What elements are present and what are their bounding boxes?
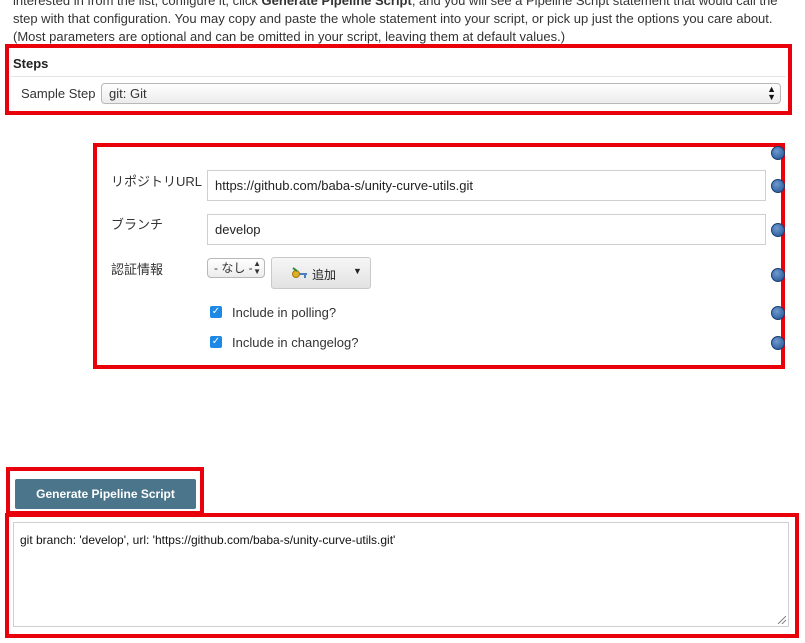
credentials-value: - なし -: [214, 261, 253, 275]
key-icon: [292, 266, 308, 280]
steps-highlight-box: [5, 44, 792, 115]
add-button-label: 追加: [312, 268, 337, 282]
sample-step-select[interactable]: git: Git ▲ ▼: [101, 83, 781, 104]
intro-text: interested in from the list, configure i…: [13, 0, 793, 46]
include-changelog-checkbox[interactable]: ✓: [210, 336, 222, 348]
intro-line-2: step with that configuration. You may co…: [13, 11, 773, 26]
intro-line-1: interested in from the list, configure i…: [13, 0, 778, 8]
help-icon[interactable]: [771, 336, 785, 350]
credentials-label: 認証情報: [111, 262, 164, 277]
select-arrows-icon: ▲ ▼: [253, 259, 261, 276]
resize-handle-icon[interactable]: [778, 616, 786, 624]
sample-step-value: git: Git: [109, 86, 147, 101]
branch-input[interactable]: develop: [207, 214, 766, 245]
include-changelog-label: Include in changelog?: [232, 335, 359, 350]
generate-pipeline-script-button[interactable]: Generate Pipeline Script: [15, 479, 196, 509]
help-icon[interactable]: [771, 306, 785, 320]
repository-url-input[interactable]: https://github.com/baba-s/unity-curve-ut…: [207, 170, 766, 201]
select-arrows-icon: ▲ ▼: [767, 84, 776, 102]
caret-down-icon: ▼: [353, 266, 362, 276]
repository-url-label: リポジトリURL: [111, 174, 203, 189]
include-polling-label: Include in polling?: [232, 305, 337, 320]
help-icon[interactable]: [771, 146, 785, 160]
help-icon[interactable]: [771, 268, 785, 282]
generated-script-output[interactable]: git branch: 'develop', url: 'https://git…: [13, 522, 789, 627]
help-icon[interactable]: [771, 179, 785, 193]
generated-script-text: git branch: 'develop', url: 'https://git…: [20, 533, 396, 547]
steps-divider: [11, 76, 786, 77]
branch-label: ブランチ: [111, 217, 164, 232]
sample-step-label: Sample Step: [21, 86, 96, 101]
help-icon[interactable]: [771, 223, 785, 237]
include-polling-checkbox[interactable]: ✓: [210, 306, 222, 318]
steps-heading: Steps: [13, 56, 49, 71]
add-credentials-button[interactable]: 追加 ▼: [271, 257, 371, 289]
credentials-select[interactable]: - なし - ▲ ▼: [207, 258, 265, 278]
